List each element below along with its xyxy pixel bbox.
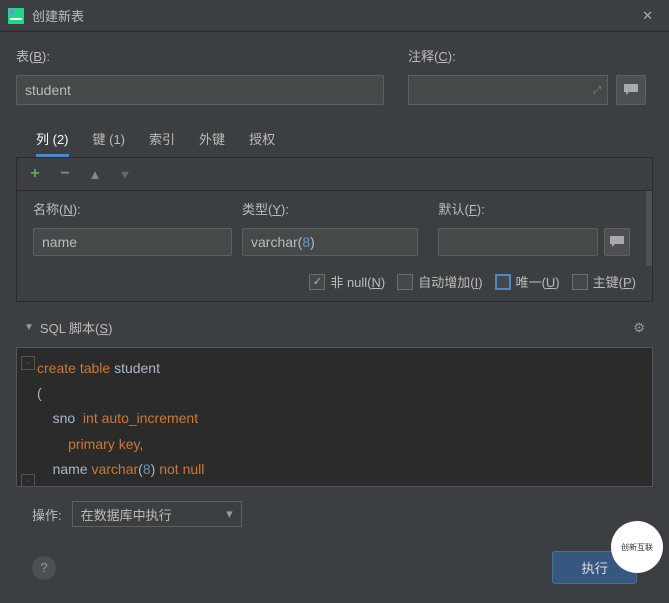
move-down-button[interactable]: ▼ — [115, 164, 135, 184]
check-primary-key[interactable]: 主键(P) — [572, 272, 636, 291]
sql-section-label: SQL 脚本(S) — [40, 318, 113, 337]
gear-icon[interactable]: ⚙ — [633, 320, 645, 336]
window-title: 创建新表 — [32, 6, 634, 25]
remove-column-button[interactable]: − — [55, 164, 75, 184]
tab-keys[interactable]: 键 (1) — [93, 123, 126, 157]
add-column-button[interactable]: + — [25, 164, 45, 184]
sql-section-header[interactable]: ▼ SQL 脚本(S) ⚙ — [16, 308, 653, 347]
fold-icon[interactable]: − — [21, 356, 35, 370]
action-select[interactable]: 在数据库中执行 — [72, 501, 242, 527]
col-name-label: 名称(N): — [33, 199, 232, 218]
check-not-null[interactable]: 非 null(N) — [309, 272, 385, 291]
close-icon[interactable]: ✕ — [634, 4, 661, 28]
checkbox-icon — [495, 274, 511, 290]
checkbox-icon — [309, 274, 325, 290]
col-name-input[interactable] — [33, 228, 232, 256]
action-label: 操作: — [32, 505, 62, 524]
watermark-logo: 创新互联 — [611, 521, 663, 573]
checkbox-icon — [397, 274, 413, 290]
table-name-input[interactable] — [16, 75, 384, 105]
sql-editor[interactable]: − − create table student ( sno int auto_… — [16, 347, 653, 487]
check-auto-increment[interactable]: 自动增加(I) — [397, 272, 482, 291]
table-name-label: 表(B): — [16, 46, 384, 65]
chevron-down-icon: ▼ — [24, 322, 34, 333]
comment-button[interactable] — [616, 75, 646, 105]
comment-label: 注释(C): — [408, 46, 653, 65]
col-comment-button[interactable] — [604, 228, 630, 256]
col-default-input[interactable] — [438, 228, 598, 256]
tab-indexes[interactable]: 索引 — [149, 123, 175, 157]
comment-input[interactable]: ⤢ — [408, 75, 608, 105]
col-default-label: 默认(F): — [438, 199, 598, 218]
tab-foreign-keys[interactable]: 外键 — [199, 123, 225, 157]
app-icon — [8, 8, 24, 24]
check-unique[interactable]: 唯一(U) — [495, 272, 560, 291]
checkbox-icon — [572, 274, 588, 290]
col-type-label: 类型(Y): — [242, 199, 418, 218]
tab-auth[interactable]: 授权 — [249, 123, 275, 157]
fold-icon[interactable]: − — [21, 474, 35, 487]
move-up-button[interactable]: ▲ — [85, 164, 105, 184]
help-button[interactable]: ? — [32, 556, 56, 580]
tab-columns[interactable]: 列 (2) — [36, 123, 69, 157]
col-type-input[interactable]: varchar(8) — [242, 228, 418, 256]
expand-icon[interactable]: ⤢ — [593, 85, 601, 96]
